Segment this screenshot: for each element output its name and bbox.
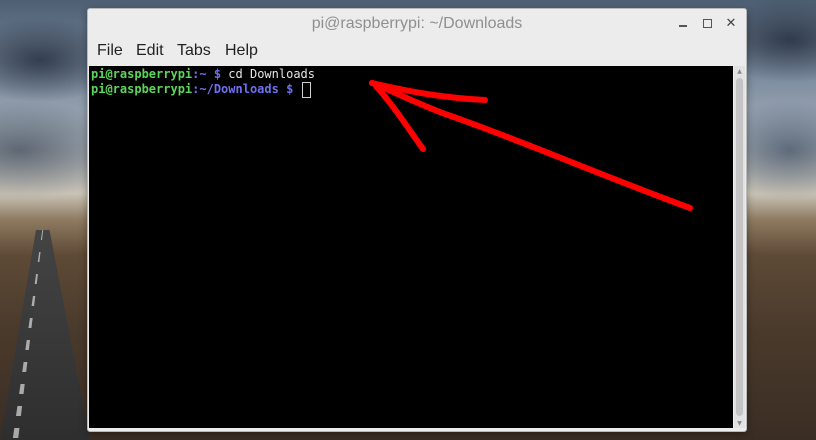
- maximize-icon: [702, 18, 712, 28]
- prompt-path: :~/Downloads: [192, 82, 279, 96]
- scroll-up-arrow-icon[interactable]: ▲: [734, 66, 745, 76]
- menu-file[interactable]: File: [95, 42, 125, 60]
- title-bar[interactable]: pi@raspberrypi: ~/Downloads ✕: [88, 9, 746, 39]
- scrollbar-thumb[interactable]: [736, 78, 743, 416]
- terminal-line: pi@raspberrypi:~/Downloads $: [91, 82, 311, 98]
- menu-edit[interactable]: Edit: [134, 42, 166, 60]
- prompt-user-host: pi@raspberrypi: [91, 67, 193, 81]
- text-cursor: [301, 82, 311, 98]
- scroll-down-arrow-icon[interactable]: ▼: [734, 418, 745, 428]
- minimize-button[interactable]: [673, 13, 693, 33]
- prompt-symbol: $: [278, 82, 301, 96]
- prompt-symbol: $: [206, 67, 229, 81]
- maximize-button[interactable]: [697, 13, 717, 33]
- menu-help[interactable]: Help: [223, 42, 260, 60]
- close-icon: ✕: [725, 15, 737, 31]
- minimize-icon: [679, 25, 687, 27]
- command-text: cd Downloads: [228, 67, 315, 81]
- terminal-line: pi@raspberrypi:~ $ cd Downloads: [91, 67, 315, 82]
- prompt-user-host: pi@raspberrypi: [91, 82, 193, 96]
- terminal-window: pi@raspberrypi: ~/Downloads ✕ File Edit …: [87, 8, 747, 432]
- close-button[interactable]: ✕: [721, 13, 741, 33]
- menu-bar: File Edit Tabs Help: [88, 39, 746, 65]
- wallpaper-road: [0, 230, 90, 440]
- vertical-scrollbar[interactable]: ▲ ▼: [734, 66, 745, 428]
- window-title: pi@raspberrypi: ~/Downloads: [311, 15, 523, 32]
- terminal-output[interactable]: pi@raspberrypi:~ $ cd Downloads pi@raspb…: [89, 66, 733, 428]
- prompt-path: :~: [192, 67, 207, 81]
- menu-tabs[interactable]: Tabs: [175, 42, 213, 60]
